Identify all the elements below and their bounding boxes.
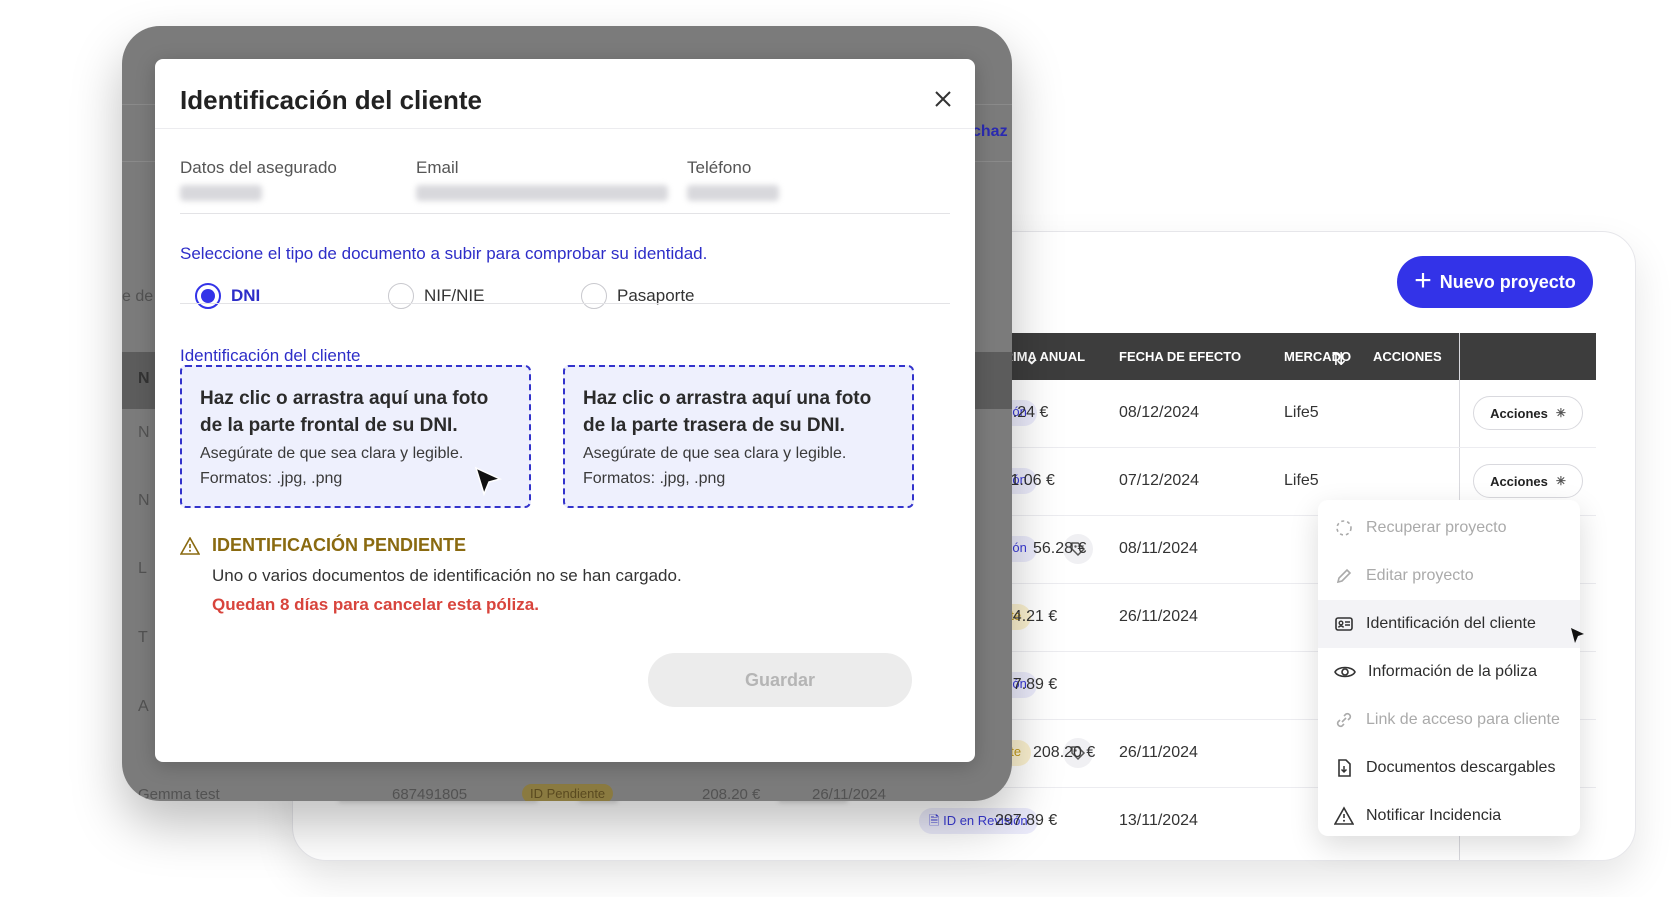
divider — [180, 213, 950, 214]
insured-value-redacted — [180, 185, 262, 201]
actions-button[interactable]: Acciones ✳ — [1473, 396, 1583, 430]
mouse-cursor-icon — [1571, 628, 1584, 643]
background-search: e de — [122, 288, 154, 305]
id-card-icon — [1335, 617, 1353, 631]
mouse-cursor-icon — [474, 466, 502, 496]
date-cell: 26/11/2024 — [1119, 608, 1198, 625]
new-project-button[interactable]: + Nuevo proyecto — [1397, 256, 1593, 308]
market-cell: Life5 — [1284, 404, 1319, 421]
new-project-label: Nuevo proyecto — [1439, 271, 1576, 292]
column-header-effective-date[interactable]: FECHA DE EFECTO — [1119, 349, 1241, 364]
dropzone-title: Haz clic o arrastra aquí una foto de la … — [200, 388, 489, 436]
background-row-initial: A — [138, 698, 149, 715]
document-icon: 🗎 — [929, 813, 940, 828]
column-header-actions: ACCIONES — [1373, 349, 1442, 364]
actions-button[interactable]: Acciones ✳ — [1473, 464, 1583, 498]
pending-identification-warning: IDENTIFICACIÓN PENDIENTE — [180, 535, 466, 556]
radio-circle — [195, 283, 221, 309]
download-doc-icon — [1338, 759, 1351, 777]
background-row-status: ID Pendiente — [522, 784, 614, 801]
date-cell: 13/11/2024 — [1119, 812, 1198, 829]
warning-text: Uno o varios documentos de identificació… — [212, 566, 682, 585]
menu-item-label: Recuperar proyecto — [1366, 519, 1507, 536]
background-link: chaz — [972, 123, 1008, 140]
menu-item-label: Documentos descargables — [1366, 759, 1556, 776]
menu-item-client-access-link[interactable]: Link de acceso para cliente — [1318, 696, 1580, 744]
menu-item-recover-project[interactable]: Recuperar proyecto — [1318, 504, 1580, 552]
background-row-initial: L — [138, 560, 147, 577]
identification-section-title: Identificación del cliente — [180, 346, 361, 365]
email-label: Email — [416, 158, 459, 177]
warning-icon — [180, 536, 200, 555]
spinner-icon: ✳ — [1555, 474, 1566, 488]
menu-item-label: Link de acceso para cliente — [1366, 711, 1560, 728]
radio-dni[interactable]: DNI — [195, 283, 260, 309]
phone-label: Teléfono — [687, 158, 752, 177]
date-cell: 08/11/2024 — [1119, 540, 1198, 557]
client-identification-modal: Identificación del cliente Datos del ase… — [155, 59, 975, 762]
warning-title: IDENTIFICACIÓN PENDIENTE — [212, 535, 467, 555]
email-value-redacted — [416, 185, 668, 201]
warning-icon — [1334, 806, 1354, 825]
dropzone-formats: Formatos: .jpg, .png — [583, 470, 726, 487]
background-row-initial: T — [138, 629, 148, 646]
menu-item-downloadable-docs[interactable]: Documentos descargables — [1318, 744, 1580, 792]
pencil-icon — [1336, 568, 1352, 584]
date-cell: 26/11/2024 — [1119, 744, 1198, 761]
close-button[interactable] — [927, 83, 959, 115]
link-icon — [1336, 712, 1352, 728]
background-row-initial: N — [138, 424, 150, 441]
date-cell: 07/12/2024 — [1119, 472, 1200, 489]
background-row-premium: 208.20 € — [702, 786, 761, 801]
dropzone-hint: Asegúrate de que sea clara y legible. — [200, 445, 464, 462]
background-column: N — [138, 370, 150, 387]
save-button[interactable]: Guardar — [648, 653, 912, 707]
document-type-instruction: Seleccione el tipo de documento a subir … — [180, 244, 708, 263]
actions-label: Acciones — [1490, 473, 1548, 489]
menu-item-label: Notificar Incidencia — [1366, 807, 1502, 824]
column-header-market: MERCADO — [1284, 349, 1352, 364]
divider — [155, 128, 975, 129]
menu-item-label: Identificación del cliente — [1366, 615, 1536, 632]
menu-item-policy-info[interactable]: Información de la póliza — [1318, 648, 1580, 696]
premium-cell: 297.89 € — [995, 812, 1058, 829]
background-row-date: 26/11/2024 — [812, 786, 886, 801]
background-row-initial: N — [138, 492, 150, 509]
background-row-phone: 687491805 — [392, 786, 468, 801]
actions-label: Acciones — [1490, 405, 1548, 421]
dropzone-hint: Asegúrate de que sea clara y legible. — [583, 445, 847, 462]
radio-circle — [388, 283, 414, 309]
radio-nif-nie[interactable]: NIF/NIE — [388, 283, 484, 309]
menu-item-edit-project[interactable]: Editar proyecto — [1318, 552, 1580, 600]
menu-item-report-incident[interactable]: Notificar Incidencia — [1318, 792, 1580, 840]
insured-label: Datos del asegurado — [180, 158, 337, 177]
cancellation-deadline: Quedan 8 días para cancelar esta póliza. — [212, 595, 539, 614]
market-cell: Life5 — [1284, 472, 1319, 489]
dropzone-formats: Formatos: .jpg, .png — [200, 470, 343, 487]
modal-title: Identificación del cliente — [180, 85, 482, 115]
dropzone-title: Haz clic o arrastra aquí una foto de la … — [583, 388, 872, 436]
refresh-icon — [1336, 520, 1352, 536]
premium-cell: 56.28 € — [1033, 540, 1087, 557]
menu-item-label: Editar proyecto — [1366, 567, 1474, 584]
close-icon — [935, 91, 951, 107]
dropzone-back[interactable]: Haz clic o arrastra aquí una foto de la … — [563, 365, 914, 508]
spinner-icon: ✳ — [1555, 406, 1566, 420]
menu-item-client-identification[interactable]: Identificación del cliente — [1318, 600, 1580, 648]
divider — [180, 303, 950, 304]
phone-value-redacted — [687, 185, 779, 201]
actions-menu: Recuperar proyecto Editar proyecto Ident… — [1318, 500, 1580, 836]
radio-circle — [581, 283, 607, 309]
eye-icon — [1334, 666, 1356, 678]
menu-item-label: Información de la póliza — [1368, 663, 1537, 680]
premium-cell: 208.20 € — [1033, 744, 1096, 761]
background-row-name: Gemma test — [138, 786, 220, 801]
plus-icon: + — [1414, 263, 1432, 297]
date-cell: 08/12/2024 — [1119, 404, 1200, 421]
radio-pasaporte[interactable]: Pasaporte — [581, 283, 695, 309]
